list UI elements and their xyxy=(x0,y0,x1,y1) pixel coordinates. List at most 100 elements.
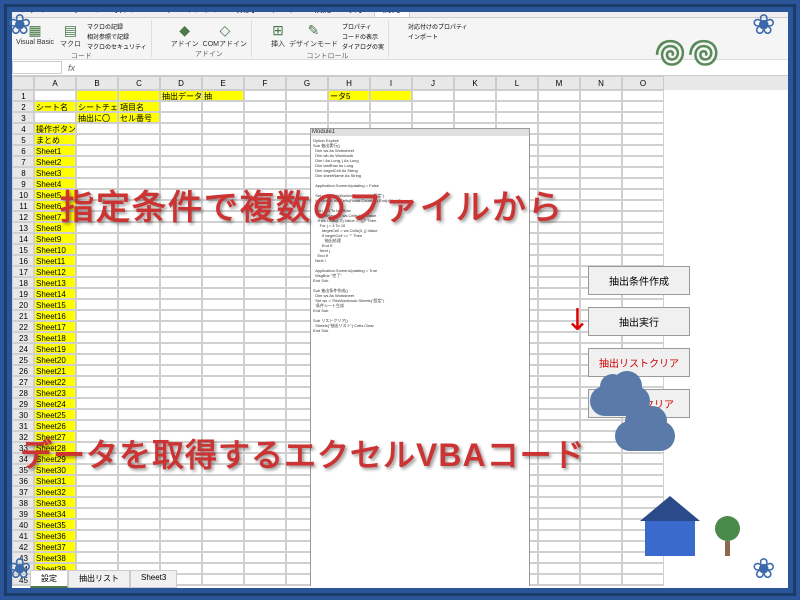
cell[interactable] xyxy=(580,464,622,475)
cell[interactable] xyxy=(538,123,580,134)
cell[interactable] xyxy=(244,277,286,288)
cell[interactable]: Sheet28 xyxy=(34,442,76,453)
cell[interactable] xyxy=(538,519,580,530)
cell[interactable] xyxy=(622,475,664,486)
cell[interactable]: Sheet5 xyxy=(34,189,76,200)
cell[interactable] xyxy=(202,112,244,123)
macro-button[interactable]: ▤マクロ xyxy=(60,22,81,51)
cell[interactable] xyxy=(580,519,622,530)
cell[interactable]: Sheet20 xyxy=(34,354,76,365)
cell[interactable] xyxy=(118,497,160,508)
cell[interactable] xyxy=(202,453,244,464)
cell[interactable] xyxy=(118,486,160,497)
cell[interactable] xyxy=(244,167,286,178)
cell[interactable] xyxy=(202,255,244,266)
cell[interactable] xyxy=(580,200,622,211)
cell[interactable]: 項目名 xyxy=(118,101,160,112)
cell[interactable] xyxy=(76,442,118,453)
cell[interactable] xyxy=(160,486,202,497)
cell[interactable] xyxy=(76,222,118,233)
cell[interactable] xyxy=(580,167,622,178)
cell[interactable] xyxy=(76,486,118,497)
cell[interactable] xyxy=(244,233,286,244)
cell[interactable] xyxy=(622,211,664,222)
cell[interactable] xyxy=(202,101,244,112)
cell[interactable] xyxy=(202,332,244,343)
cell[interactable] xyxy=(160,519,202,530)
row-header[interactable]: 15 xyxy=(12,244,34,255)
cell[interactable] xyxy=(160,464,202,475)
cell[interactable] xyxy=(244,101,286,112)
row-header[interactable]: 29 xyxy=(12,398,34,409)
cell[interactable] xyxy=(538,541,580,552)
row-header[interactable]: 22 xyxy=(12,321,34,332)
column-header[interactable]: I xyxy=(370,76,412,90)
cell[interactable] xyxy=(160,453,202,464)
cell[interactable] xyxy=(160,475,202,486)
cell[interactable] xyxy=(160,266,202,277)
cell[interactable] xyxy=(202,464,244,475)
cell[interactable] xyxy=(244,365,286,376)
cell[interactable] xyxy=(202,288,244,299)
cell[interactable]: Sheet12 xyxy=(34,266,76,277)
cell[interactable] xyxy=(622,90,664,101)
cell[interactable] xyxy=(202,387,244,398)
cell[interactable] xyxy=(202,277,244,288)
cell[interactable] xyxy=(622,134,664,145)
cell[interactable]: Sheet35 xyxy=(34,519,76,530)
cell[interactable] xyxy=(244,332,286,343)
cell[interactable] xyxy=(202,574,244,585)
cell[interactable] xyxy=(370,90,412,101)
cell[interactable]: Sheet2 xyxy=(34,156,76,167)
cell[interactable] xyxy=(118,552,160,563)
cell[interactable] xyxy=(118,222,160,233)
cell[interactable] xyxy=(622,508,664,519)
cell[interactable] xyxy=(580,123,622,134)
cell[interactable] xyxy=(118,409,160,420)
cell[interactable] xyxy=(202,376,244,387)
cell[interactable] xyxy=(160,167,202,178)
cell[interactable] xyxy=(580,486,622,497)
cell[interactable] xyxy=(202,167,244,178)
cell[interactable] xyxy=(160,398,202,409)
map-properties[interactable]: 対応付けのプロパティ xyxy=(408,22,468,31)
row-header[interactable]: 11 xyxy=(12,200,34,211)
cell[interactable] xyxy=(538,563,580,574)
cell[interactable] xyxy=(496,112,538,123)
cell[interactable]: Sheet22 xyxy=(34,376,76,387)
cell[interactable] xyxy=(244,112,286,123)
cell[interactable] xyxy=(622,189,664,200)
cell[interactable] xyxy=(538,387,580,398)
cell[interactable] xyxy=(34,90,76,101)
cell[interactable] xyxy=(622,200,664,211)
cell[interactable] xyxy=(622,156,664,167)
row-header[interactable]: 43 xyxy=(12,552,34,563)
cell[interactable] xyxy=(160,156,202,167)
com-addin-button[interactable]: ◇COMアドイン xyxy=(203,22,247,49)
cell[interactable] xyxy=(118,519,160,530)
cell[interactable] xyxy=(244,255,286,266)
name-box[interactable] xyxy=(12,61,62,74)
cell[interactable]: Sheet3 xyxy=(34,167,76,178)
cell[interactable] xyxy=(622,420,664,431)
fx-icon[interactable]: fx xyxy=(62,63,81,73)
cell[interactable] xyxy=(244,310,286,321)
cell[interactable] xyxy=(580,134,622,145)
cell[interactable] xyxy=(244,431,286,442)
cell[interactable] xyxy=(538,134,580,145)
row-header[interactable]: 2 xyxy=(12,101,34,112)
cell[interactable] xyxy=(118,266,160,277)
cell[interactable] xyxy=(118,431,160,442)
cell[interactable] xyxy=(454,101,496,112)
cell[interactable] xyxy=(538,409,580,420)
cell[interactable]: Sheet18 xyxy=(34,332,76,343)
cell[interactable] xyxy=(202,244,244,255)
cell[interactable] xyxy=(370,101,412,112)
cell[interactable] xyxy=(496,101,538,112)
cell[interactable] xyxy=(580,530,622,541)
cell[interactable] xyxy=(580,145,622,156)
cell[interactable]: Sheet32 xyxy=(34,486,76,497)
cell[interactable] xyxy=(580,255,622,266)
cell[interactable] xyxy=(412,90,454,101)
cell[interactable] xyxy=(244,530,286,541)
